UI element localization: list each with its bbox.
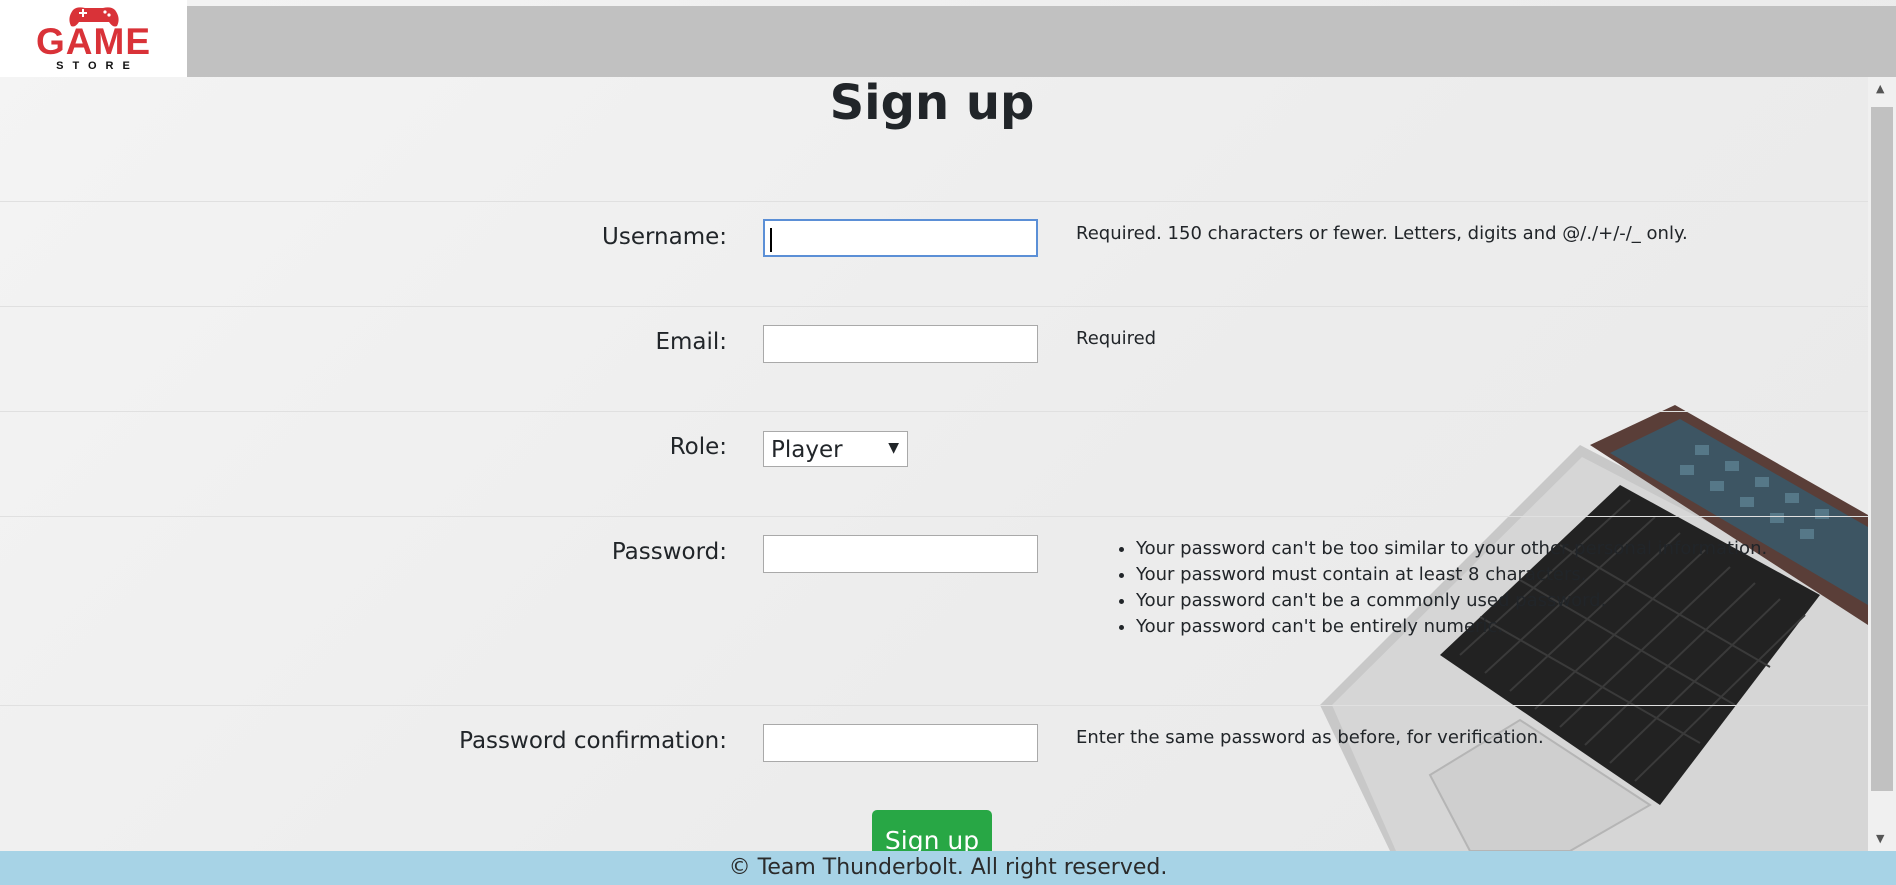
top-navbar: GAME STORE — [0, 0, 1896, 77]
scroll-up-arrow-icon[interactable]: ▲ — [1876, 83, 1884, 95]
role-label: Role: — [669, 434, 727, 460]
password-label: Password: — [611, 539, 727, 565]
role-select-value: Player — [771, 437, 843, 463]
list-item: Your password can't be too similar to yo… — [1136, 536, 1767, 562]
list-item: Your password must contain at least 8 ch… — [1136, 562, 1767, 588]
footer: © Team Thunderbolt. All right reserved. — [0, 851, 1896, 885]
logo-title: GAME — [36, 20, 151, 62]
email-field[interactable] — [763, 325, 1038, 363]
password-confirmation-help: Enter the same password as before, for v… — [1076, 727, 1544, 748]
divider — [0, 306, 1868, 307]
page-title: Sign up — [829, 75, 1035, 131]
list-item: Your password can't be a commonly used p… — [1136, 588, 1767, 614]
password-help-list: Your password can't be too similar to yo… — [1110, 536, 1767, 640]
divider — [0, 516, 1868, 517]
header-bar — [187, 6, 1896, 77]
dropdown-arrow-icon: ▼ — [888, 440, 899, 456]
password-confirmation-field[interactable] — [763, 724, 1038, 762]
list-item: Your password can't be entirely numeric. — [1136, 614, 1767, 640]
divider — [0, 411, 1868, 412]
scroll-down-arrow-icon[interactable]: ▼ — [1876, 833, 1884, 845]
divider — [0, 705, 1868, 706]
password-field[interactable] — [763, 535, 1038, 573]
password-confirmation-label: Password confirmation: — [459, 728, 727, 754]
role-select[interactable]: Player ▼ — [763, 431, 908, 467]
username-help: Required. 150 characters or fewer. Lette… — [1076, 223, 1688, 244]
username-label: Username: — [602, 224, 727, 250]
username-field[interactable] — [763, 219, 1038, 257]
vertical-scrollbar[interactable]: ▲ ▼ — [1868, 77, 1896, 851]
text-caret — [770, 228, 772, 252]
scroll-thumb[interactable] — [1871, 107, 1893, 791]
divider — [0, 201, 1868, 202]
email-help: Required — [1076, 328, 1157, 349]
footer-copyright: © Team Thunderbolt. All right reserved. — [728, 855, 1168, 880]
gamepad-icon — [67, 6, 121, 28]
logo-subtitle: STORE — [56, 59, 139, 72]
email-label: Email: — [655, 329, 727, 355]
game-store-logo[interactable]: GAME STORE — [0, 0, 187, 77]
